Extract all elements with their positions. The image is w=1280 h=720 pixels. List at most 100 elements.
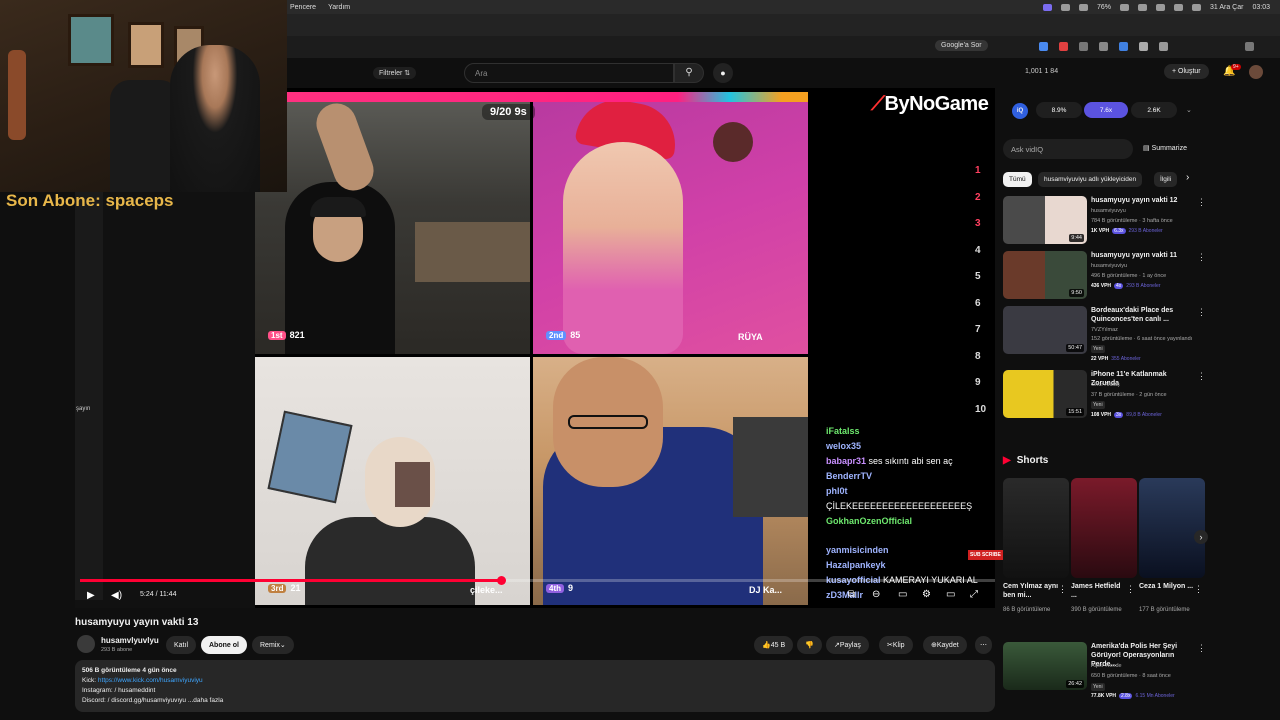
- share-button[interactable]: ↗ Paylaş: [826, 636, 869, 654]
- ask-vidiq-input[interactable]: Ask vidIQ: [1003, 139, 1133, 159]
- search-input[interactable]: Ara: [464, 63, 674, 83]
- more-options-icon[interactable]: ⋮: [1197, 252, 1206, 263]
- more-options-icon[interactable]: ⋮: [1197, 371, 1206, 382]
- chevron-down-icon[interactable]: ⌄: [1186, 106, 1192, 114]
- subscribers: 89,8 B Aboneler: [1126, 412, 1162, 418]
- screen-icon[interactable]: [1060, 3, 1070, 11]
- short-title[interactable]: James Hetfield ...: [1071, 582, 1127, 600]
- extension-icon[interactable]: [1159, 42, 1168, 51]
- channel-avatar[interactable]: [77, 635, 95, 653]
- short-thumbnail[interactable]: [1139, 478, 1205, 578]
- more-options-icon[interactable]: ⋮: [1058, 584, 1067, 595]
- description-line: Instagram: / husameddint: [82, 687, 156, 694]
- channel-name[interactable]: husamvlyuvlyu: [101, 636, 159, 645]
- short-title[interactable]: Ceza 1 Milyon ...: [1139, 582, 1195, 591]
- progress-scrubber[interactable]: [496, 576, 506, 585]
- settings-icon[interactable]: ⚙: [922, 589, 931, 600]
- leader-rank: 7: [975, 324, 981, 335]
- more-options-icon[interactable]: ⋮: [1126, 584, 1135, 595]
- description-line: Kick: https://www.kick.com/husamviyuviyu: [82, 676, 988, 686]
- chip-all[interactable]: Tümü: [1003, 172, 1032, 187]
- extension-icon[interactable]: [1099, 42, 1108, 51]
- app-icon[interactable]: [1042, 3, 1052, 11]
- microphone-icon[interactable]: ●: [713, 63, 733, 83]
- more-options-icon[interactable]: ⋮: [1197, 307, 1206, 318]
- extension-icon[interactable]: [1039, 42, 1048, 51]
- google-sor-button[interactable]: Google'a Sor: [935, 40, 988, 51]
- duration: 9:44: [1069, 234, 1084, 242]
- extension-icon[interactable]: [1139, 42, 1148, 51]
- create-button[interactable]: + Oluştur: [1164, 64, 1209, 79]
- chevron-right-icon[interactable]: ›: [1186, 172, 1189, 183]
- like-button[interactable]: 👍 45 B: [754, 636, 794, 654]
- miniplayer-icon[interactable]: ⧉: [848, 589, 855, 600]
- remix-button[interactable]: Remix ⌄: [252, 636, 294, 654]
- video-thumbnail[interactable]: 9:50: [1003, 251, 1087, 299]
- subtitles-icon[interactable]: ▭: [898, 589, 907, 600]
- recommended-video[interactable]: 26:42 Amerika'da Polis Her Şeyi Görüyor!…: [1003, 642, 1206, 699]
- video-thumbnail[interactable]: 15:51: [1003, 370, 1087, 418]
- dislike-button[interactable]: 👎: [797, 636, 822, 654]
- rec-channel[interactable]: Alper Rende: [1091, 663, 1122, 669]
- recommended-video[interactable]: 15:51 iPhone 11'e Katlanmak Zorunda Onur…: [1003, 370, 1206, 420]
- chat-message: phl0t ÇİLEKEEEEEEEEEEEEEEEEEEEŞ: [826, 484, 996, 514]
- menu-window[interactable]: Pencere: [290, 4, 316, 11]
- theater-icon[interactable]: ▭: [946, 589, 955, 600]
- duration: 15:51: [1066, 408, 1084, 416]
- rec-channel[interactable]: Onur Akbaş: [1091, 382, 1120, 388]
- cpu-icon[interactable]: [1078, 3, 1088, 11]
- extension-icon[interactable]: [1059, 42, 1068, 51]
- leader-rank: 5: [975, 271, 981, 282]
- short-title[interactable]: Cem Yılmaz aynı ben mi...: [1003, 582, 1059, 600]
- short-thumbnail[interactable]: [1071, 478, 1137, 578]
- menu-help[interactable]: Yardım: [328, 4, 350, 11]
- video-thumbnail[interactable]: 50:47: [1003, 306, 1087, 354]
- rec-channel[interactable]: 7VZYılmaz: [1091, 327, 1118, 333]
- extension-icon[interactable]: [1119, 42, 1128, 51]
- account-avatar[interactable]: [1249, 65, 1263, 79]
- chevron-right-icon[interactable]: ›: [1194, 530, 1208, 544]
- short-thumbnail[interactable]: [1003, 478, 1069, 578]
- extension-icon[interactable]: [1079, 42, 1088, 51]
- play-icon[interactable]: ▶: [87, 590, 95, 601]
- subscribe-button[interactable]: Abone ol: [201, 636, 247, 654]
- more-actions-button[interactable]: ⋯: [975, 636, 992, 654]
- rec-title[interactable]: husamyuyu yayın vakti 12: [1091, 196, 1195, 205]
- fullscreen-icon[interactable]: ⤢: [970, 589, 978, 600]
- rec-channel[interactable]: husamviyuviyu: [1091, 263, 1127, 269]
- moon-icon[interactable]: [1120, 3, 1129, 11]
- clip-button[interactable]: ✂ Klip: [879, 636, 913, 654]
- address-bar[interactable]: Google'a Sor: [287, 36, 1280, 58]
- kick-link[interactable]: https://www.kick.com/husamviyuviyu: [98, 677, 203, 684]
- chip-related[interactable]: İlgili: [1154, 172, 1178, 187]
- recommended-video[interactable]: 50:47 Bordeaux'daki Place des Quinconces…: [1003, 306, 1206, 362]
- recommended-video[interactable]: 9:50 husamyuyu yayın vakti 11 husamviyuv…: [1003, 251, 1206, 301]
- recommended-video[interactable]: 9:44 husamyuyu yayın vakti 12 husamviyuv…: [1003, 196, 1206, 246]
- autoplay-toggle[interactable]: ⊖: [872, 589, 880, 600]
- menu-icon[interactable]: [1245, 42, 1254, 51]
- volume-icon[interactable]: ◀): [111, 590, 122, 601]
- more-options-icon[interactable]: ⋮: [1197, 197, 1206, 208]
- summarize-button[interactable]: ▤ Summarize: [1143, 144, 1187, 152]
- rank-score: 9: [568, 583, 574, 593]
- search-icon[interactable]: [1174, 3, 1183, 11]
- video-thumbnail[interactable]: 9:44: [1003, 196, 1087, 244]
- like-count: 45 B: [770, 641, 786, 649]
- save-button[interactable]: ⊕ Kaydet: [923, 636, 967, 654]
- control-center-icon[interactable]: [1192, 3, 1201, 11]
- video-thumbnail[interactable]: 26:42: [1003, 642, 1087, 690]
- more-options-icon[interactable]: ⋮: [1197, 643, 1206, 654]
- rec-title[interactable]: husamyuyu yayın vakti 11: [1091, 251, 1195, 260]
- rec-title[interactable]: Bordeaux'daki Place des Quinconces'ten c…: [1091, 306, 1195, 324]
- more-options-icon[interactable]: ⋮: [1194, 584, 1203, 595]
- bluetooth-icon[interactable]: [1138, 3, 1147, 11]
- chip-uploader[interactable]: husamviyuviyu adlı yükleyiciden: [1038, 172, 1143, 187]
- description-box[interactable]: 506 B görüntüleme 4 gün önce Kick: https…: [75, 660, 995, 712]
- rec-channel[interactable]: husamviyuvyu: [1091, 208, 1126, 214]
- search-icon[interactable]: ⚲: [674, 63, 704, 83]
- join-button[interactable]: Katıl: [166, 636, 197, 654]
- wifi-icon[interactable]: [1156, 3, 1165, 11]
- filters-button[interactable]: Filtreler ⇅: [373, 67, 417, 79]
- vidiq-logo[interactable]: iQ: [1012, 103, 1028, 119]
- blurred-face: [395, 462, 430, 507]
